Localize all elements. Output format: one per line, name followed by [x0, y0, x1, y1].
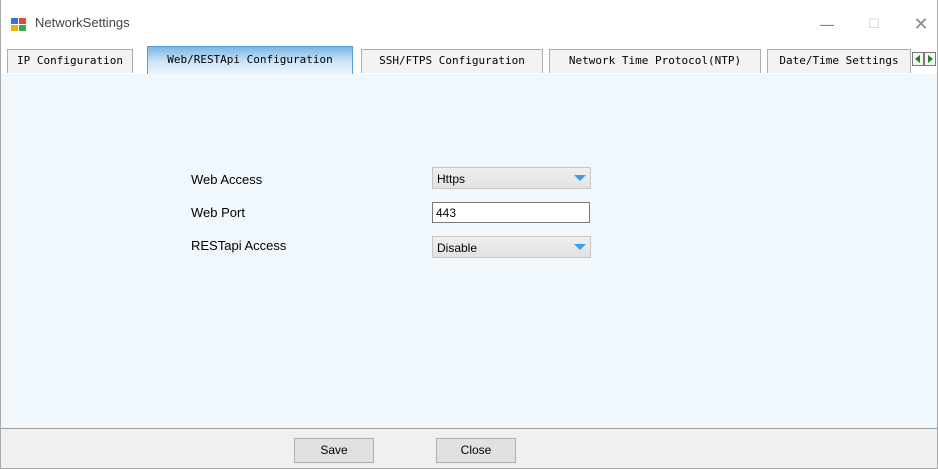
- restapi-access-label: RESTapi Access: [191, 238, 287, 253]
- maximize-button[interactable]: ☐: [859, 10, 889, 40]
- web-port-input[interactable]: [433, 204, 586, 221]
- title-bar: NetworkSettings — ☐ ✕: [1, 0, 937, 44]
- restapi-access-dropdown[interactable]: Disable: [432, 236, 591, 258]
- network-settings-app-icon: [11, 18, 26, 31]
- tab-scroll-right-icon[interactable]: [924, 52, 936, 66]
- chevron-down-icon: [574, 244, 586, 250]
- web-port-label: Web Port: [191, 205, 245, 220]
- web-access-value: Https: [437, 172, 466, 186]
- window-title: NetworkSettings: [35, 15, 130, 30]
- chevron-down-icon: [574, 175, 586, 181]
- tab-date-time-settings[interactable]: Date/Time Settings: [767, 49, 911, 73]
- close-window-button[interactable]: ✕: [906, 10, 936, 40]
- tab-strip: IP Configuration Web/RESTApi Configurati…: [1, 44, 937, 118]
- close-button[interactable]: Close: [436, 438, 516, 463]
- button-bar: Save Close: [1, 429, 937, 468]
- web-port-field[interactable]: [432, 202, 590, 223]
- web-access-label: Web Access: [191, 172, 263, 187]
- tab-scroll-left-icon[interactable]: [912, 52, 924, 66]
- tab-ip-configuration[interactable]: IP Configuration: [7, 49, 133, 73]
- restapi-access-value: Disable: [437, 241, 478, 255]
- web-access-dropdown[interactable]: Https: [432, 167, 591, 189]
- web-restapi-panel: Web Access Https Web Port RESTapi Access…: [1, 74, 937, 429]
- network-settings-window: NetworkSettings — ☐ ✕ IP Configuration W…: [0, 0, 938, 469]
- save-button[interactable]: Save: [294, 438, 374, 463]
- minimize-button[interactable]: —: [812, 10, 842, 40]
- tab-network-time-protocol[interactable]: Network Time Protocol(NTP): [549, 49, 761, 73]
- tab-ssh-ftps-configuration[interactable]: SSH/FTPS Configuration: [361, 49, 543, 73]
- tab-web-restapi-configuration[interactable]: Web/RESTApi Configuration: [147, 46, 353, 74]
